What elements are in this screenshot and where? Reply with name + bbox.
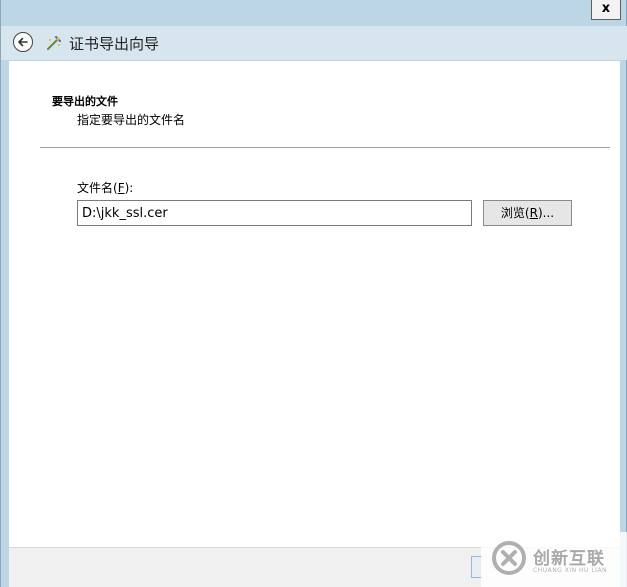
title-bar: x: [1, 0, 627, 26]
wizard-window: x 证书导出向导 要导出的文件 指定要导出的文件名 文件名(F): 浏览(R).…: [0, 0, 627, 587]
filename-label-prefix: 文件名(: [77, 181, 118, 195]
filename-input[interactable]: [77, 200, 472, 226]
filename-access-key: F: [117, 181, 125, 195]
close-icon: x: [601, 1, 611, 16]
filename-label: 文件名(F):: [77, 179, 133, 196]
back-arrow-icon: [18, 37, 28, 47]
wizard-nav-bar: 证书导出向导: [1, 26, 627, 60]
browse-label-prefix: 浏览(: [500, 206, 530, 220]
close-button[interactable]: x: [591, 0, 621, 20]
back-button[interactable]: [13, 32, 33, 52]
watermark-name: 创新互联: [533, 549, 605, 569]
browse-button[interactable]: 浏览(R)...: [483, 200, 572, 226]
wizard-content: 要导出的文件 指定要导出的文件名 文件名(F): 浏览(R)...: [9, 61, 620, 547]
header-divider: [40, 147, 610, 148]
page-subheading: 指定要导出的文件名: [77, 113, 186, 127]
certificate-wizard-icon: [47, 36, 61, 50]
browse-access-key: R: [529, 206, 538, 220]
watermark-logo-icon: [492, 541, 526, 575]
page-heading: 要导出的文件: [52, 95, 118, 108]
wizard-title: 证书导出向导: [69, 35, 160, 53]
watermark: 创新互联 CHUANG XIN HU LIAN: [481, 532, 627, 587]
filename-label-suffix: ):: [124, 181, 134, 195]
browse-label-suffix: )...: [537, 206, 555, 220]
watermark-subtitle: CHUANG XIN HU LIAN: [533, 567, 608, 574]
